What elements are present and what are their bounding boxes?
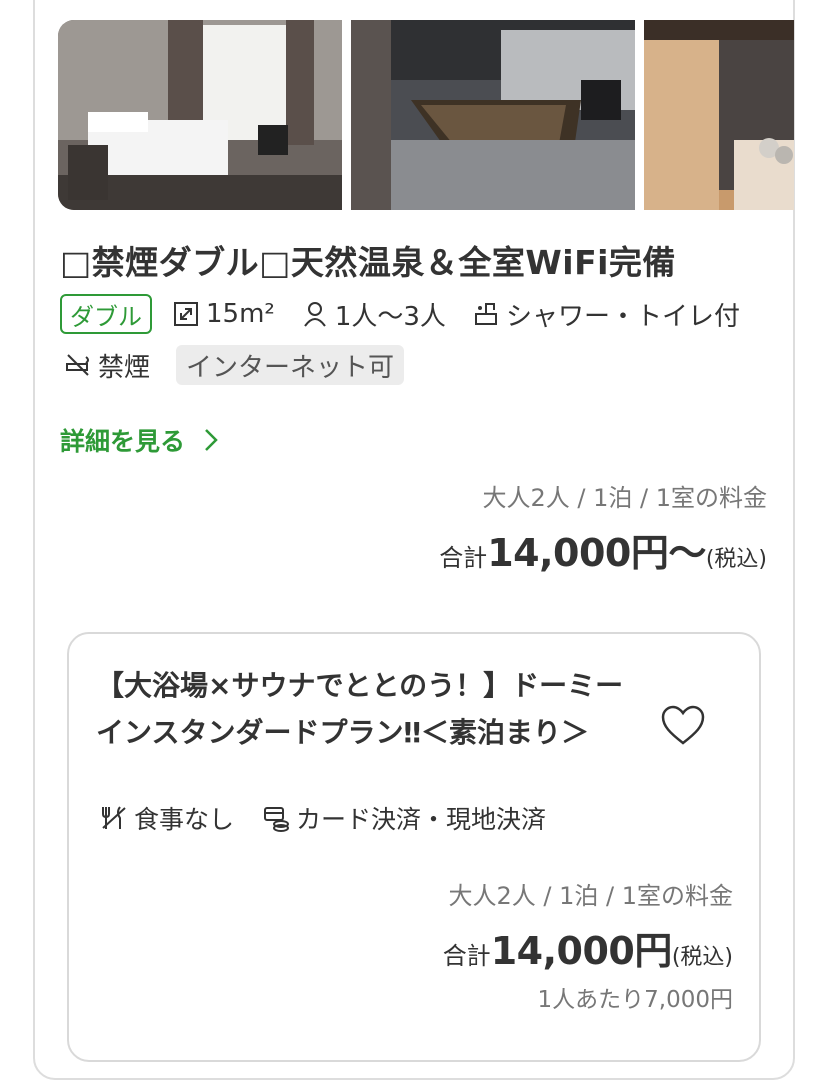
view-details-link[interactable]: 詳細を見る bbox=[60, 422, 219, 458]
plan-price-condition: 大人2人 / 1泊 / 1室の料金 bbox=[448, 882, 734, 910]
internet-tag: インターネット可 bbox=[176, 345, 405, 385]
plan-price-total: 合計 14,000円 (税込) bbox=[442, 929, 733, 973]
room-attributes: ダブル 15m² 1人〜3人 シャワー・トイレ付 bbox=[60, 292, 766, 336]
payment-icon bbox=[262, 804, 290, 832]
plan-meta: 食事なし カード決済・現地決済 bbox=[100, 798, 574, 838]
plan-per-person-price: 1人あたり7,000円 bbox=[537, 987, 733, 1013]
room-bath: シャワー・トイレ付 bbox=[472, 296, 740, 333]
room-size: 15m² bbox=[172, 299, 275, 329]
onsen-bath-photo[interactable] bbox=[351, 20, 635, 210]
room-price-condition: 大人2人 / 1泊 / 1室の料金 bbox=[482, 484, 768, 512]
sauna-photo[interactable] bbox=[644, 20, 794, 210]
room-capacity: 1人〜3人 bbox=[301, 296, 446, 333]
meal-info: 食事なし bbox=[100, 800, 234, 836]
room-photo-gallery[interactable] bbox=[58, 20, 794, 210]
plan-title[interactable]: 【大浴場×サウナでととのう！】ドーミーインスタンダードプラン‼＜素泊まり＞ bbox=[96, 662, 636, 756]
bath-toilet-icon bbox=[472, 300, 500, 328]
room-bedroom-photo[interactable] bbox=[58, 20, 342, 210]
payment-info: カード決済・現地決済 bbox=[262, 800, 546, 836]
room-price-total: 合計 14,000円〜 (税込) bbox=[439, 531, 767, 575]
heart-icon[interactable] bbox=[660, 704, 706, 746]
size-icon bbox=[172, 300, 200, 328]
no-meal-icon bbox=[100, 804, 128, 832]
smoking-policy: 禁煙 bbox=[64, 347, 150, 384]
room-attributes-2: 禁煙 インターネット可 bbox=[64, 344, 405, 386]
room-title: □禁煙ダブル□天然温泉＆全室WiFi完備 bbox=[60, 243, 676, 282]
chevron-right-icon bbox=[205, 429, 218, 451]
room-type-tag: ダブル bbox=[60, 294, 152, 334]
person-icon bbox=[301, 300, 329, 328]
no-smoking-icon bbox=[64, 351, 92, 379]
